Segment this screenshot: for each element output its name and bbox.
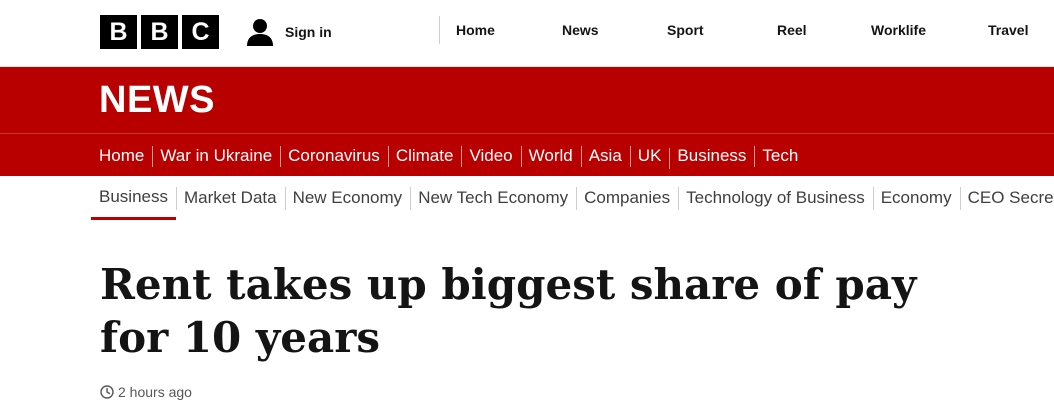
primary-nav-label: Asia <box>588 145 622 165</box>
article-headline: Rent takes up biggest share of pay for 1… <box>100 260 917 362</box>
global-nav-travel[interactable]: Travel <box>988 22 1028 38</box>
secondary-nav-technology-of-business[interactable]: Technology of Business <box>678 176 873 220</box>
primary-nav-video[interactable]: Video <box>461 134 520 177</box>
timestamp-text: 2 hours ago <box>118 384 192 400</box>
primary-nav-label: Climate <box>395 145 454 165</box>
primary-nav-label: Coronavirus <box>288 145 380 165</box>
bbc-logo[interactable]: B B C <box>100 15 219 49</box>
secondary-nav-business[interactable]: Business <box>91 176 176 220</box>
primary-nav-uk[interactable]: UK <box>629 134 670 177</box>
primary-nav-label: Home <box>99 145 145 165</box>
primary-nav-label: War in Ukraine <box>160 145 273 165</box>
secondary-nav-market-data[interactable]: Market Data <box>175 176 285 220</box>
primary-nav-asia[interactable]: Asia <box>580 134 630 177</box>
secondary-nav-label: Business <box>99 186 168 206</box>
secondary-nav-label: New Economy <box>292 188 403 207</box>
secondary-nav-new-tech-economy[interactable]: New Tech Economy <box>410 176 576 220</box>
global-nav-sport[interactable]: Sport <box>667 22 704 38</box>
secondary-nav-companies[interactable]: Companies <box>576 176 678 220</box>
primary-nav-tech[interactable]: Tech <box>754 134 806 177</box>
news-banner: NEWS <box>0 67 1054 133</box>
logo-block-b2: B <box>141 15 178 49</box>
primary-nav-home[interactable]: Home <box>91 134 152 177</box>
primary-nav-coronavirus[interactable]: Coronavirus <box>280 134 388 177</box>
primary-nav-label: World <box>528 145 573 165</box>
logo-block-b1: B <box>100 15 137 49</box>
primary-nav-business[interactable]: Business <box>669 136 755 179</box>
global-nav-reel[interactable]: Reel <box>777 22 807 38</box>
signin-button[interactable]: Sign in <box>245 17 332 47</box>
article-timestamp: 2 hours ago <box>100 384 192 400</box>
news-primary-nav: Home War in Ukraine Coronavirus Climate … <box>0 133 1054 179</box>
primary-nav-climate[interactable]: Climate <box>387 134 462 177</box>
primary-nav-label: Tech <box>762 145 799 165</box>
secondary-nav-ceo-secrets[interactable]: CEO Secrets <box>959 176 1054 220</box>
secondary-nav-label: Market Data <box>183 188 277 207</box>
primary-nav-war-in-ukraine[interactable]: War in Ukraine <box>152 134 280 177</box>
clock-icon <box>100 385 114 399</box>
secondary-nav-label: New Tech Economy <box>418 188 569 207</box>
primary-nav-label: UK <box>637 145 662 165</box>
logo-block-c: C <box>182 15 219 49</box>
secondary-nav-label: Technology of Business <box>686 188 865 207</box>
global-nav-home[interactable]: Home <box>456 22 495 38</box>
primary-nav-label: Business <box>677 145 747 165</box>
primary-nav-label: Video <box>469 145 513 165</box>
global-nav: Home News Sport Reel Worklife Travel <box>439 16 1028 44</box>
news-section-title[interactable]: NEWS <box>99 79 215 122</box>
global-nav-worklife[interactable]: Worklife <box>871 22 926 38</box>
secondary-nav-label: CEO Secrets <box>967 188 1054 207</box>
global-nav-news[interactable]: News <box>562 22 599 38</box>
secondary-nav-label: Companies <box>584 188 671 207</box>
user-icon <box>247 19 273 46</box>
business-secondary-nav: Business Market Data New Economy New Tec… <box>0 176 1054 220</box>
primary-nav-world[interactable]: World <box>520 134 581 177</box>
secondary-nav-economy[interactable]: Economy <box>872 176 960 220</box>
secondary-nav-label: Economy <box>880 188 952 207</box>
signin-label: Sign in <box>285 24 332 40</box>
global-header: B B C Sign in Home News Sport Reel Workl… <box>0 0 1054 67</box>
secondary-nav-new-economy[interactable]: New Economy <box>284 176 411 220</box>
